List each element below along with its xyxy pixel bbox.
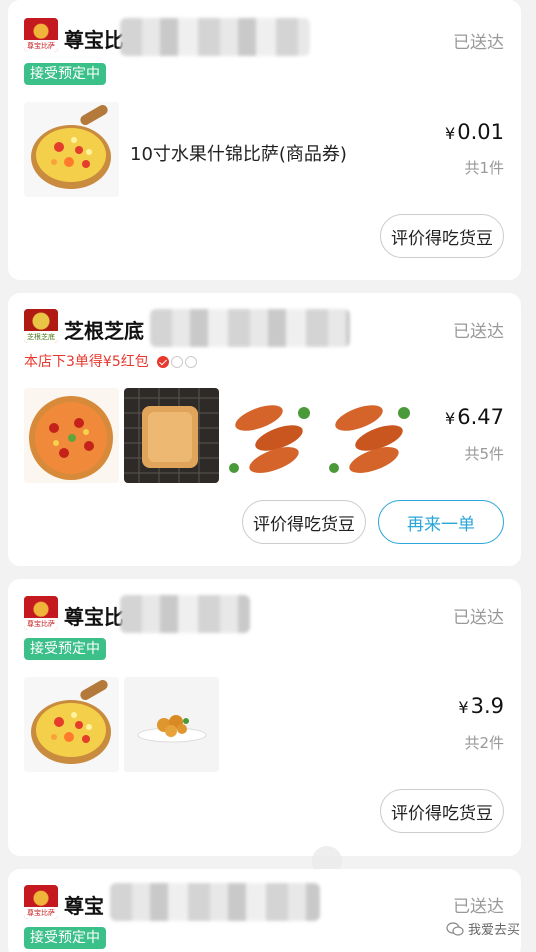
order-status: 已送达 xyxy=(453,322,504,342)
product-image-toast[interactable] xyxy=(124,388,219,483)
order-status: 已送达 xyxy=(453,33,504,53)
item-count: 共1件 xyxy=(464,159,504,177)
order-status: 已送达 xyxy=(453,608,504,628)
product-image-wings[interactable] xyxy=(324,388,419,483)
store-name[interactable]: 尊宝比 xyxy=(64,24,124,53)
store-name[interactable]: 尊宝比 xyxy=(64,601,124,630)
preorder-badge: 接受预定中 xyxy=(24,63,106,85)
store-logo: 尊宝比萨 xyxy=(24,885,58,919)
product-image-pizza[interactable] xyxy=(24,388,119,483)
store-name[interactable]: 芝根芝底 xyxy=(64,315,144,344)
progress-dot xyxy=(185,356,198,368)
product-image-fruit-pizza[interactable] xyxy=(24,677,119,772)
progress-dot xyxy=(171,356,184,368)
order-card[interactable]: 尊宝比萨 尊宝比 已送达 接受预定中 ¥3.9 共2件 评价得吃货豆 xyxy=(8,579,521,856)
order-card[interactable]: 尊宝比萨 尊宝比 已送达 接受预定中 10寸水果什锦比萨(商品券) ¥0.01 … xyxy=(8,0,521,280)
wechat-icon xyxy=(446,921,464,936)
product-image-fruit-pizza[interactable] xyxy=(24,102,119,197)
product-name[interactable]: 10寸水果什锦比萨(商品券) xyxy=(130,140,347,166)
order-price: ¥6.47 xyxy=(445,405,504,429)
review-button[interactable]: 评价得吃货豆 xyxy=(380,214,504,258)
store-logo: 芝根芝底 xyxy=(24,309,58,343)
store-logo: 尊宝比萨 xyxy=(24,18,58,52)
order-card[interactable]: 芝根芝底 芝根芝底 已送达 本店下3单得¥5红包 ¥6.47 共5件 评价得吃货… xyxy=(8,293,521,566)
redacted-store-name xyxy=(120,18,310,56)
review-button[interactable]: 评价得吃货豆 xyxy=(242,500,366,544)
order-status: 已送达 xyxy=(453,897,504,917)
redacted-store-name xyxy=(150,309,350,347)
progress-dot-done xyxy=(157,356,170,368)
item-count: 共5件 xyxy=(464,445,504,463)
reorder-button[interactable]: 再来一单 xyxy=(378,500,504,544)
watermark: 我爱去买 xyxy=(446,919,520,938)
order-price: ¥0.01 xyxy=(445,120,504,144)
preorder-badge: 接受预定中 xyxy=(24,638,106,660)
promo-text: 本店下3单得¥5红包 xyxy=(24,351,199,371)
item-count: 共2件 xyxy=(464,734,504,752)
promo-progress xyxy=(157,354,199,370)
redacted-store-name xyxy=(120,595,250,633)
store-logo: 尊宝比萨 xyxy=(24,596,58,630)
order-card[interactable]: 尊宝比萨 尊宝 已送达 接受预定中 xyxy=(8,869,521,952)
product-image-wings[interactable] xyxy=(224,388,319,483)
watermark-text: 我爱去买 xyxy=(467,923,520,938)
review-button[interactable]: 评价得吃货豆 xyxy=(380,789,504,833)
preorder-badge: 接受预定中 xyxy=(24,927,106,949)
order-price: ¥3.9 xyxy=(458,694,504,718)
redacted-store-name xyxy=(110,883,320,921)
store-name[interactable]: 尊宝 xyxy=(64,890,104,919)
product-image-nuggets[interactable] xyxy=(124,677,219,772)
